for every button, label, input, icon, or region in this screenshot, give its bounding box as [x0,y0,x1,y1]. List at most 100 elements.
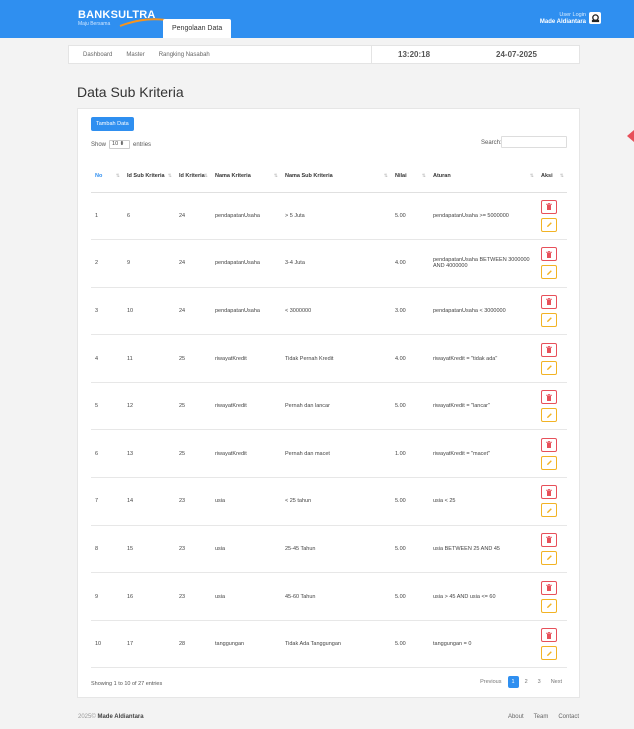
cell-aturan: pendapatanUsaha >= 5000000 [429,192,537,241]
search-input[interactable] [501,136,567,148]
cell-id-kriteria: 24 [175,287,211,336]
pencil-icon [546,412,552,418]
edit-button[interactable] [541,312,557,327]
delete-button[interactable] [541,580,557,595]
cell-nama-sub-kriteria: < 3000000 [281,287,391,336]
footer-link-about[interactable]: About [508,714,524,720]
table-row: 6 13 25 riwayatKredit Pernah dan macet 1.00 ri… [91,429,567,479]
cell-id-sub-kriteria: 12 [123,382,175,431]
col-header-id-sub-kriteria[interactable]: Id Sub Kriteria ⇅ [123,160,175,193]
delete-button[interactable] [541,532,557,547]
add-data-button[interactable]: Tambah Data [91,117,134,131]
cell-id-kriteria: 24 [175,192,211,241]
pencil-icon [546,270,552,275]
edit-button[interactable] [541,265,557,280]
bank-logo[interactable]: BANKSULTRA Maju Bersama [78,9,167,27]
cell-id-sub-kriteria: 17 [123,620,175,669]
col-header-aksi[interactable]: Aksi ⇅ [537,160,567,193]
footer-link-team[interactable]: Team [534,714,549,720]
pagination-page-2[interactable]: 2 [521,676,532,688]
table-row: 8 15 23 usia 25-45 Tahun 5.00 usia BETWEEN 25 … [91,525,567,574]
cell-aturan: pendapatanUsaha < 3000000 [429,287,537,336]
delete-button[interactable] [541,485,557,500]
side-panel-toggle-icon[interactable] [626,130,634,142]
col-header-id-kriteria[interactable]: Id Kriteria ⇅ [175,160,211,193]
entries-select[interactable]: 10 ⬍ [109,140,131,149]
sub-navbar: Dashboard Master Rangking Nasabah 13:20:… [68,45,580,64]
nav-rangking-nasabah[interactable]: Rangking Nasabah [159,52,210,58]
trash-icon [546,346,552,354]
trash-icon [546,298,552,306]
pagination-next[interactable]: Next [547,676,566,688]
logo-text-bank: BANK [78,9,111,21]
cell-aturan: usia > 45 AND usia <= 60 [429,572,537,621]
row-actions [541,437,563,470]
cell-nama-sub-kriteria: 25-45 Tahun [281,525,391,574]
row-actions [541,532,563,565]
delete-button[interactable] [541,390,557,405]
edit-button[interactable] [541,217,557,232]
col-header-nama-kriteria[interactable]: Nama Kriteria ⇅ [211,160,281,193]
cell-no: 3 [91,287,123,336]
cell-nama-kriteria: pendapatanUsaha [211,192,281,241]
row-actions [541,580,563,613]
cell-nilai: 5.00 [391,572,429,621]
trash-icon [546,584,552,592]
cell-aksi [537,287,567,336]
pagination-previous[interactable]: Previous [476,676,505,688]
cell-id-sub-kriteria: 6 [123,192,175,241]
row-actions [541,247,563,280]
cell-nama-kriteria: usia [211,477,281,526]
cell-nama-sub-kriteria: Pernah dan macet [281,429,391,479]
cell-no: 6 [91,429,123,479]
entries-label: entries [133,141,152,148]
cell-id-kriteria: 23 [175,477,211,526]
cell-id-sub-kriteria: 14 [123,477,175,526]
footer-links: About Team Contact [508,714,579,720]
trash-icon [546,203,552,211]
col-header-no[interactable]: No ⇅ [91,160,123,193]
edit-button[interactable] [541,455,557,470]
delete-button[interactable] [541,247,557,262]
cell-nilai: 5.00 [391,525,429,574]
edit-button[interactable] [541,646,557,661]
col-header-aturan[interactable]: Aturan ⇅ [429,160,537,193]
pagination-page-3[interactable]: 3 [534,676,545,688]
pagination-page-1[interactable]: 1 [507,676,519,688]
edit-button[interactable] [541,503,557,518]
cell-nama-sub-kriteria: Pernah dan lancar [281,382,391,431]
edit-button[interactable] [541,360,557,375]
pencil-icon [546,222,552,228]
col-header-nama-sub-kriteria[interactable]: Nama Sub Kriteria ⇅ [281,160,391,193]
cell-no: 5 [91,382,123,431]
cell-no: 8 [91,525,123,574]
user-icon[interactable] [589,12,601,24]
tab-pengolaan-data[interactable]: Pengolaan Data [163,19,232,38]
edit-button[interactable] [541,408,557,423]
delete-button[interactable] [541,342,557,357]
cell-no: 1 [91,192,123,241]
edit-button[interactable] [541,550,557,565]
pencil-icon [546,317,552,323]
delete-button[interactable] [541,628,557,643]
cell-aturan: tanggungan = 0 [429,620,537,669]
nav-master[interactable]: Master [126,52,144,58]
cell-nama-kriteria: tanggungan [211,620,281,669]
row-actions [541,628,563,661]
cell-id-sub-kriteria: 11 [123,334,175,383]
cell-aksi [537,429,567,479]
trash-icon [546,441,552,449]
cell-nama-sub-kriteria: < 25 tahun [281,477,391,526]
table-row: 3 10 24 pendapatanUsaha < 3000000 3.00 pendapa… [91,287,567,336]
table-row: 7 14 23 usia < 25 tahun 5.00 usia < 25 [91,477,567,526]
edit-button[interactable] [541,598,557,613]
cell-aksi [537,334,567,383]
nav-dashboard[interactable]: Dashboard [83,52,112,58]
delete-button[interactable] [541,199,557,214]
footer-link-contact[interactable]: Contact [558,714,579,720]
cell-no: 7 [91,477,123,526]
col-header-nilai[interactable]: Nilai ⇅ [391,160,429,193]
pencil-icon [546,460,552,466]
delete-button[interactable] [541,437,557,452]
delete-button[interactable] [541,294,557,309]
